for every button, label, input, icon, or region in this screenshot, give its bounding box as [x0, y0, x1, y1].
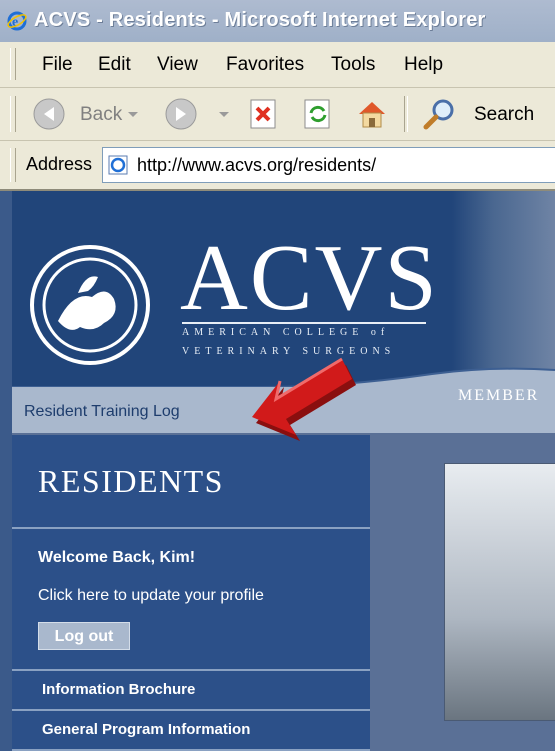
site-logo[interactable]: ACVS: [180, 231, 439, 325]
refresh-icon[interactable]: [300, 95, 336, 133]
menu-edit[interactable]: Edit: [98, 54, 131, 76]
resident-training-log-link[interactable]: Resident Training Log: [24, 403, 180, 421]
back-button[interactable]: Back: [80, 104, 122, 126]
address-label: Address: [26, 154, 93, 174]
sidebar-item-general-program-information[interactable]: General Program Information: [12, 711, 370, 751]
sidebar-title: RESIDENTS: [38, 463, 224, 499]
toolbar-separator: [404, 96, 408, 132]
home-icon[interactable]: [354, 95, 390, 133]
menu-grip[interactable]: [10, 48, 16, 80]
standard-toolbar: Back Search: [0, 88, 555, 141]
header-photo: [452, 191, 555, 387]
welcome-panel: Welcome Back, Kim! Click here to update …: [12, 529, 370, 671]
forward-arrow-icon[interactable]: [162, 95, 200, 133]
logo-subtitle-1: AMERICAN COLLEGE of: [182, 327, 390, 338]
stop-icon[interactable]: [246, 95, 282, 133]
welcome-text: Welcome Back, Kim!: [38, 549, 196, 566]
menu-tools[interactable]: Tools: [331, 54, 375, 76]
webpage: ACVS AMERICAN COLLEGE of VETERINARY SURG…: [0, 191, 555, 751]
address-grip[interactable]: [10, 148, 16, 182]
logout-button[interactable]: Log out: [38, 622, 130, 650]
back-arrow-icon[interactable]: [30, 95, 68, 133]
toolbar-grip[interactable]: [10, 96, 16, 132]
portrait-photo: [444, 463, 555, 721]
update-profile-link[interactable]: Click here to update your profile: [38, 587, 264, 605]
sidebar-item-label: General Program Information: [42, 721, 251, 738]
address-bar: Address http://www.acvs.org/residents/: [0, 141, 555, 191]
sidebar-item-label: Information Brochure: [42, 681, 196, 698]
search-icon[interactable]: [420, 95, 460, 133]
search-button[interactable]: Search: [474, 104, 534, 126]
title-bar: e ACVS - Residents - Microsoft Internet …: [0, 0, 555, 42]
menu-view[interactable]: View: [157, 54, 198, 76]
menu-favorites[interactable]: Favorites: [226, 54, 304, 76]
acvs-seal-icon[interactable]: [28, 243, 152, 367]
ie-logo-icon: e: [7, 11, 27, 31]
address-url[interactable]: http://www.acvs.org/residents/: [137, 155, 376, 176]
red-arrow-annotation: [252, 357, 356, 441]
page-left-border: [0, 191, 12, 751]
address-field[interactable]: http://www.acvs.org/residents/: [102, 147, 555, 183]
forward-dropdown-icon[interactable]: [214, 95, 234, 133]
sidebar: RESIDENTS Welcome Back, Kim! Click here …: [12, 435, 370, 751]
nav-members[interactable]: MEMBER: [458, 387, 539, 405]
page-icon: [108, 155, 128, 175]
menu-help[interactable]: Help: [404, 54, 443, 76]
main-content: [370, 435, 555, 751]
menu-file[interactable]: File: [42, 54, 73, 76]
menu-bar: File Edit View Favorites Tools Help: [0, 42, 555, 88]
sidebar-item-information-brochure[interactable]: Information Brochure: [12, 671, 370, 711]
back-dropdown-icon[interactable]: [123, 95, 143, 133]
window-title: ACVS - Residents - Microsoft Internet Ex…: [34, 9, 486, 31]
logo-rule: [182, 322, 426, 324]
